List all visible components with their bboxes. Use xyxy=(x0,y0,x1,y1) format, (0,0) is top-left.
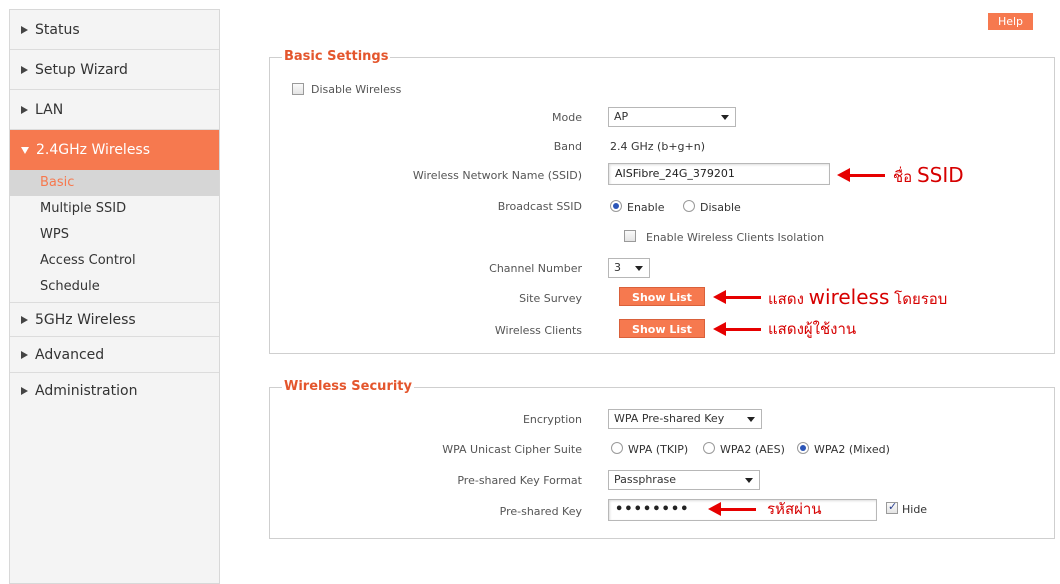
expand-arrow-icon xyxy=(21,387,28,395)
encryption-select[interactable]: WPA Pre-shared Key xyxy=(608,409,762,429)
ssid-annotation: ชื่อ SSID xyxy=(893,163,964,189)
ssid-note-en: SSID xyxy=(916,163,964,187)
nav-administration[interactable]: Administration xyxy=(10,373,219,409)
chevron-down-icon xyxy=(635,266,643,271)
broadcast-ssid-label: Broadcast SSID xyxy=(497,200,582,213)
nav-label: Advanced xyxy=(35,346,105,363)
nav-24ghz-submenu: Basic Multiple SSID WPS Access Control S… xyxy=(10,170,219,303)
channel-label: Channel Number xyxy=(489,262,582,275)
mode-value: AP xyxy=(614,110,629,123)
nav-lan[interactable]: LAN xyxy=(10,90,219,130)
ssid-input[interactable]: AISFibre_24G_379201 xyxy=(608,163,830,185)
sub-basic[interactable]: Basic xyxy=(10,170,219,196)
encryption-value: WPA Pre-shared Key xyxy=(614,412,725,425)
wireless-security-panel: Wireless Security Encryption WPA Pre-sha… xyxy=(269,379,1055,539)
mode-label: Mode xyxy=(552,111,582,124)
site-survey-annotation: แสดง wireless โดยรอบ xyxy=(768,285,947,311)
hide-key-checkbox[interactable] xyxy=(886,500,898,514)
pre-shared-key-label: Pre-shared Key xyxy=(499,505,582,518)
survey-note-c: โดยรอบ xyxy=(894,290,948,308)
isolation-label: Enable Wireless Clients Isolation xyxy=(646,231,825,244)
wireless-clients-arrow-icon xyxy=(713,322,761,336)
cipher-tkip-label: WPA (TKIP) xyxy=(628,443,689,456)
broadcast-enable-label: Enable xyxy=(627,201,665,214)
survey-note-b: wireless xyxy=(808,285,890,309)
broadcast-disable-label: Disable xyxy=(700,201,741,214)
wireless-clients-label: Wireless Clients xyxy=(494,324,582,337)
collapse-arrow-icon xyxy=(21,146,29,154)
cipher-mixed-radio[interactable] xyxy=(797,442,809,454)
encryption-label: Encryption xyxy=(522,413,582,426)
ssid-label: Wireless Network Name (SSID) xyxy=(412,169,582,182)
sub-schedule[interactable]: Schedule xyxy=(10,274,219,300)
key-format-value: Passphrase xyxy=(614,473,677,486)
channel-value: 3 xyxy=(614,261,621,274)
broadcast-enable-radio[interactable] xyxy=(610,200,622,212)
cipher-aes-radio[interactable] xyxy=(703,442,715,454)
nav-setup-wizard[interactable]: Setup Wizard xyxy=(10,50,219,90)
nav-label: Setup Wizard xyxy=(35,61,128,78)
expand-arrow-icon xyxy=(21,25,28,34)
cipher-mixed-label: WPA2 (Mixed) xyxy=(814,443,890,456)
nav-label: 2.4GHz Wireless xyxy=(36,142,151,158)
nav-status[interactable]: Status xyxy=(10,10,219,50)
expand-arrow-icon xyxy=(21,105,28,114)
expand-arrow-icon xyxy=(21,350,28,359)
ssid-note-th: ชื่อ xyxy=(893,168,913,186)
wireless-security-legend: Wireless Security xyxy=(282,379,414,394)
survey-note-a: แสดง xyxy=(768,290,804,308)
nav-24ghz-wireless[interactable]: 2.4GHz Wireless xyxy=(10,130,219,170)
band-value: 2.4 GHz (b+g+n) xyxy=(610,140,706,153)
broadcast-disable-radio[interactable] xyxy=(683,200,695,212)
disable-wireless-label: Disable Wireless xyxy=(311,83,402,96)
cipher-tkip-radio[interactable] xyxy=(611,442,623,454)
disable-wireless-checkbox[interactable] xyxy=(292,83,304,95)
chevron-down-icon xyxy=(747,417,755,422)
hide-key-label: Hide xyxy=(902,503,928,516)
help-button[interactable]: Help xyxy=(988,13,1033,30)
chevron-down-icon xyxy=(745,478,753,483)
nav-label: LAN xyxy=(35,101,64,118)
isolation-checkbox[interactable] xyxy=(624,230,636,242)
key-format-select[interactable]: Passphrase xyxy=(608,470,760,490)
pre-shared-key-annotation: รหัสผ่าน xyxy=(767,500,822,518)
site-survey-label: Site Survey xyxy=(519,292,582,305)
nav-label: Administration xyxy=(35,383,138,399)
site-survey-show-list-button[interactable]: Show List xyxy=(619,287,705,306)
site-survey-arrow-icon xyxy=(713,290,761,304)
key-format-label: Pre-shared Key Format xyxy=(457,474,582,487)
channel-select[interactable]: 3 xyxy=(608,258,650,278)
sidebar: Status Setup Wizard LAN 2.4GHz Wireless … xyxy=(9,9,220,584)
cipher-aes-label: WPA2 (AES) xyxy=(720,443,785,456)
wireless-clients-annotation: แสดงผู้ใช้งาน xyxy=(768,320,857,338)
chevron-down-icon xyxy=(721,115,729,120)
nav-advanced[interactable]: Advanced xyxy=(10,337,219,373)
pre-shared-key-arrow-icon xyxy=(708,502,756,516)
basic-settings-legend: Basic Settings xyxy=(282,49,391,64)
cipher-suite-label: WPA Unicast Cipher Suite xyxy=(442,443,582,456)
ssid-arrow-icon xyxy=(837,168,885,182)
nav-label: 5GHz Wireless xyxy=(35,311,136,328)
nav-5ghz-wireless[interactable]: 5GHz Wireless xyxy=(10,303,219,337)
sub-multiple-ssid[interactable]: Multiple SSID xyxy=(10,196,219,222)
expand-arrow-icon xyxy=(21,315,28,324)
expand-arrow-icon xyxy=(21,65,28,74)
nav-label: Status xyxy=(35,21,80,38)
band-label: Band xyxy=(553,140,582,153)
mode-select[interactable]: AP xyxy=(608,107,736,127)
wireless-clients-show-list-button[interactable]: Show List xyxy=(619,319,705,338)
sub-wps[interactable]: WPS xyxy=(10,222,219,248)
sub-access-control[interactable]: Access Control xyxy=(10,248,219,274)
